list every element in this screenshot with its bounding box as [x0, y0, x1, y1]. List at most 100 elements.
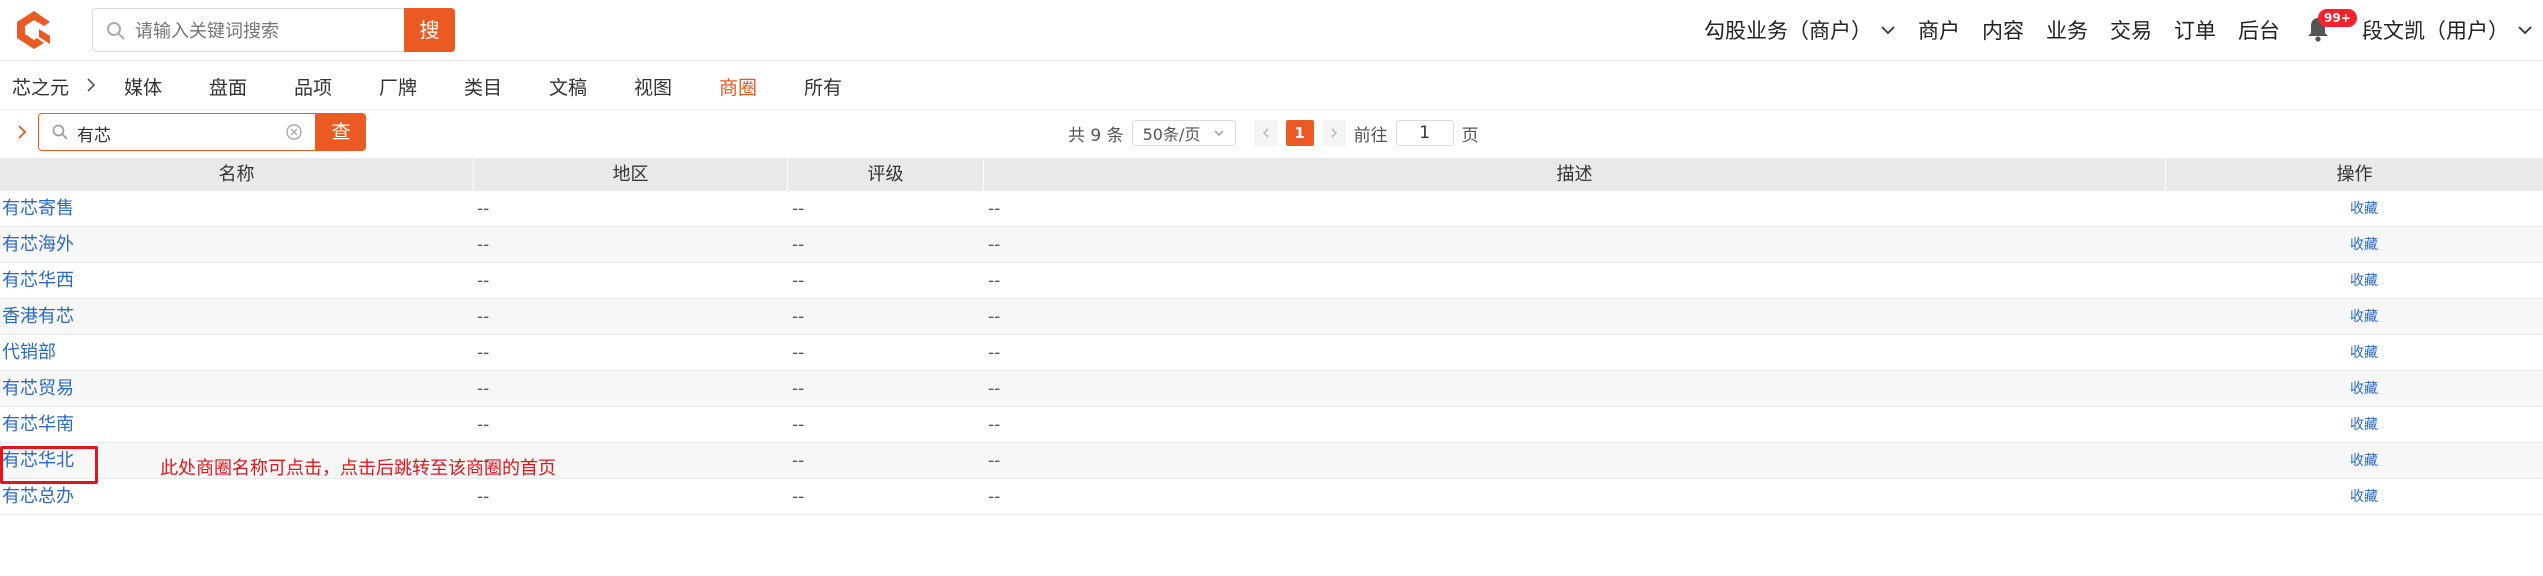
annotation-highlight-box	[0, 446, 98, 484]
annotation-note: 此处商圈名称可点击，点击后跳转至该商圈的首页	[160, 458, 556, 479]
nav-trade[interactable]: 交易	[2110, 15, 2152, 45]
chevron-right-icon	[1331, 128, 1337, 138]
tab-panel[interactable]: 盘面	[209, 73, 247, 100]
query-button[interactable]: 查	[316, 113, 366, 151]
favorite-link[interactable]: 收藏	[2344, 479, 2384, 515]
clear-icon[interactable]	[285, 123, 303, 141]
rating-cell: --	[792, 451, 805, 471]
favorite-link[interactable]: 收藏	[2344, 191, 2384, 227]
goto-page-input[interactable]: 1	[1395, 120, 1454, 146]
circle-name-link[interactable]: 有芯贸易	[2, 371, 74, 407]
circle-name-link[interactable]: 有芯华西	[2, 263, 74, 299]
column-header-description: 描述	[984, 158, 2166, 191]
description-cell: --	[988, 415, 1001, 435]
business-mode-label: 勾股业务（商户）	[1704, 19, 1872, 43]
table-row: 香港有芯 -- -- -- 收藏	[0, 299, 2543, 335]
region-cell: --	[477, 415, 490, 435]
rating-cell: --	[792, 343, 805, 363]
region-cell: --	[477, 379, 490, 399]
circle-name-link[interactable]: 代销部	[2, 335, 56, 371]
table-row: 有芯华西 -- -- -- 收藏	[0, 263, 2543, 299]
toolbar: 有芯 查 共 9 条 50条/页 1 前往 1 页	[0, 110, 2543, 156]
rating-cell: --	[792, 235, 805, 255]
pagination: 共 9 条 50条/页 1 前往 1 页	[1068, 118, 1479, 148]
chevron-right-icon[interactable]	[16, 124, 28, 140]
tab-all[interactable]: 所有	[804, 73, 842, 100]
favorite-link[interactable]: 收藏	[2344, 263, 2384, 299]
tab-media[interactable]: 媒体	[124, 73, 162, 100]
favorite-link[interactable]: 收藏	[2344, 443, 2384, 479]
total-count: 共 9 条	[1068, 125, 1124, 146]
search-icon	[52, 124, 68, 140]
region-cell: --	[477, 487, 490, 507]
rating-cell: --	[792, 379, 805, 399]
region-cell: --	[477, 235, 490, 255]
description-cell: --	[988, 199, 1001, 219]
table-row: 有芯总办 -- -- -- 收藏	[0, 479, 2543, 515]
filter-value: 有芯	[77, 126, 111, 146]
page-unit-label: 页	[1461, 125, 1479, 146]
notification-button[interactable]: 99+	[2306, 9, 2357, 45]
sub-nav: 芯之元 媒体 盘面 品项 厂牌 类目 文稿 视图 商圈 所有	[0, 61, 2543, 110]
logo-icon[interactable]	[10, 8, 58, 52]
search-button[interactable]: 搜	[404, 8, 455, 52]
nav-content[interactable]: 内容	[1982, 15, 2024, 45]
tab-brand[interactable]: 厂牌	[379, 73, 417, 100]
region-cell: --	[477, 199, 490, 219]
description-cell: --	[988, 307, 1001, 327]
favorite-link[interactable]: 收藏	[2344, 227, 2384, 263]
column-header-rating: 评级	[788, 158, 984, 191]
favorite-link[interactable]: 收藏	[2344, 407, 2384, 443]
rating-cell: --	[792, 307, 805, 327]
circle-name-link[interactable]: 有芯寄售	[2, 191, 74, 227]
circle-name-link[interactable]: 有芯总办	[2, 479, 74, 515]
chevron-right-icon	[87, 78, 96, 92]
rating-cell: --	[792, 199, 805, 219]
filter-input[interactable]: 有芯	[38, 113, 316, 151]
table-row: 有芯贸易 -- -- -- 收藏	[0, 371, 2543, 407]
page-size-select[interactable]: 50条/页	[1131, 120, 1236, 146]
tab-category[interactable]: 类目	[464, 73, 502, 100]
rating-cell: --	[792, 415, 805, 435]
rating-cell: --	[792, 271, 805, 291]
business-mode-dropdown[interactable]: 勾股业务（商户）	[1704, 15, 1896, 45]
description-cell: --	[988, 271, 1001, 291]
favorite-link[interactable]: 收藏	[2344, 335, 2384, 371]
table-header: 名称 地区 评级 描述 操作	[0, 158, 2543, 191]
breadcrumb-home[interactable]: 芯之元	[12, 73, 69, 100]
top-header: 搜 勾股业务（商户） 商户 内容 业务 交易 订单 后台 99+ 段文凯（用户）	[0, 0, 2543, 61]
table-row: 有芯海外 -- -- -- 收藏	[0, 227, 2543, 263]
chevron-down-icon	[2518, 26, 2532, 35]
notification-badge: 99+	[2318, 9, 2357, 27]
search-box	[92, 8, 404, 52]
nav-orders[interactable]: 订单	[2174, 15, 2216, 45]
circle-name-link[interactable]: 香港有芯	[2, 299, 74, 335]
rating-cell: --	[792, 487, 805, 507]
global-search: 搜	[92, 8, 455, 54]
table-row: 代销部 -- -- -- 收藏	[0, 335, 2543, 371]
tab-items[interactable]: 品项	[294, 73, 332, 100]
description-cell: --	[988, 451, 1001, 471]
chevron-down-icon	[1214, 130, 1224, 136]
circle-name-link[interactable]: 有芯海外	[2, 227, 74, 263]
chevron-down-icon	[1881, 26, 1895, 35]
nav-backend[interactable]: 后台	[2238, 15, 2280, 45]
nav-business[interactable]: 业务	[2046, 15, 2088, 45]
tab-documents[interactable]: 文稿	[549, 73, 587, 100]
favorite-link[interactable]: 收藏	[2344, 371, 2384, 407]
circle-name-link[interactable]: 有芯华南	[2, 407, 74, 443]
search-input[interactable]	[133, 15, 397, 47]
tab-views[interactable]: 视图	[634, 73, 672, 100]
page-number[interactable]: 1	[1285, 120, 1314, 146]
user-name: 段文凯（用户）	[2362, 19, 2509, 43]
region-cell: --	[477, 307, 490, 327]
nav-merchant[interactable]: 商户	[1918, 15, 1960, 45]
next-page-button[interactable]	[1321, 120, 1346, 146]
top-nav: 勾股业务（商户） 商户 内容 业务 交易 订单 后台 99+ 段文凯（用户）	[1682, 0, 2533, 60]
region-cell: --	[477, 343, 490, 363]
prev-page-button[interactable]	[1253, 120, 1278, 146]
tab-business-circle[interactable]: 商圈	[719, 73, 757, 100]
goto-label: 前往	[1353, 125, 1388, 146]
user-menu[interactable]: 段文凯（用户）	[2362, 15, 2533, 45]
favorite-link[interactable]: 收藏	[2344, 299, 2384, 335]
